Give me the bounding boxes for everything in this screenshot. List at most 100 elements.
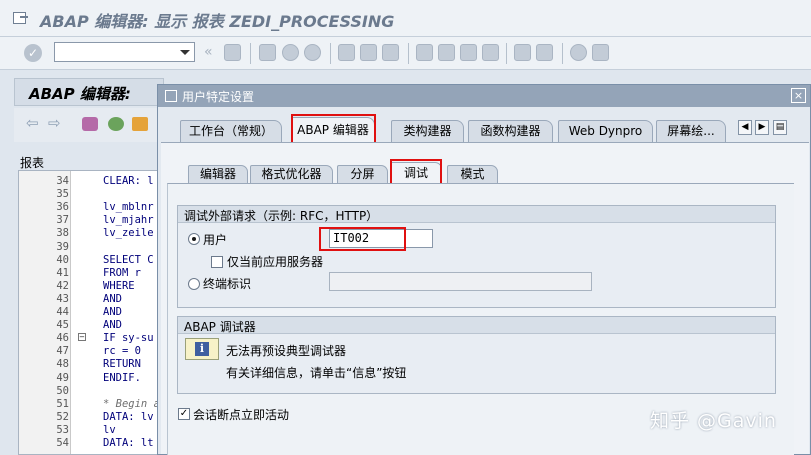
cancel-icon[interactable] [304, 44, 321, 61]
line-number: 53 [56, 423, 69, 436]
dialog-title-bar: 用户特定设置 × [158, 85, 810, 107]
line-number: 49 [56, 371, 69, 384]
tab-list-icon[interactable]: ▤ [773, 120, 787, 135]
line-number: 34 [56, 175, 69, 187]
close-icon[interactable]: × [791, 88, 806, 103]
line-number: 36 [56, 201, 69, 214]
user-radio[interactable] [188, 233, 200, 245]
toolbar-separator [506, 43, 507, 64]
prev-page-icon[interactable] [438, 44, 455, 61]
create-session-icon[interactable] [514, 44, 531, 61]
code-line[interactable]: 49 ENDIF. [19, 371, 167, 385]
tab-class-builder[interactable]: 类构建器 [391, 120, 464, 142]
info-icon: i [195, 342, 209, 356]
code-line[interactable]: 35 [19, 188, 167, 201]
terminal-radio[interactable] [188, 278, 200, 290]
save-icon[interactable] [224, 44, 241, 61]
code-line[interactable]: 48 RETURN [19, 358, 167, 371]
command-dropdown-icon[interactable] [180, 50, 190, 55]
toolbar-separator [408, 43, 409, 64]
group-header: 调试外部请求（示例: RFC，HTTP） [178, 206, 775, 223]
code-line[interactable]: 47 rc = 0 [19, 345, 167, 358]
line-number: 43 [56, 292, 69, 305]
forward-arrow-icon[interactable]: ⇨ [48, 114, 64, 132]
find-next-icon[interactable] [382, 44, 399, 61]
code-line[interactable]: 40 SELECT C [19, 254, 167, 267]
line-number: 52 [56, 410, 69, 423]
debugger-info-line1: 无法再预设典型调试器 [226, 344, 347, 358]
tab-screen-painter[interactable]: 屏幕绘... [656, 120, 726, 142]
back-icon[interactable] [259, 44, 276, 61]
help-icon[interactable] [570, 44, 587, 61]
display-change-icon[interactable] [132, 117, 148, 131]
tab-scroll-right-icon[interactable]: ▶ [755, 120, 769, 135]
session-breakpoint-label: 会话断点立即活动 [193, 408, 290, 422]
tab-web-dynpro[interactable]: Web Dynpro [558, 120, 653, 142]
shortcut-icon[interactable] [536, 44, 553, 61]
code-line[interactable]: 38 lv_zeile [19, 227, 167, 240]
highlight-user-input [319, 227, 406, 251]
current-server-checkbox[interactable] [211, 256, 223, 268]
line-number: 37 [56, 214, 69, 227]
back-arrow-icon[interactable]: ⇦ [26, 114, 42, 132]
code-line[interactable]: 36 lv_mblnr [19, 201, 167, 214]
subtab-pretty-printer[interactable]: 格式优化器 [250, 165, 333, 184]
code-line[interactable]: 53 lv [19, 423, 167, 437]
code-line[interactable]: 43 AND [19, 292, 167, 306]
code-line[interactable]: 34 CLEAR: l [19, 175, 167, 188]
find-icon[interactable] [360, 44, 377, 61]
command-field[interactable] [54, 42, 195, 62]
code-editor[interactable]: 34 CLEAR: l 35 36 lv_mblnr 37 lv_mjahr 38 lv_zei… [18, 170, 168, 455]
tab-function-builder[interactable]: 函数构建器 [468, 120, 553, 142]
code-text: rc = 0 [103, 345, 141, 358]
editor-header: ABAP 编辑器: [14, 78, 164, 106]
print-icon[interactable] [338, 44, 355, 61]
user-radio-label: 用户 [203, 233, 228, 247]
code-text: lv_zeile [103, 227, 154, 240]
code-line[interactable]: 41 FROM r [19, 266, 167, 280]
code-text: AND [103, 292, 122, 305]
line-number: 42 [56, 279, 69, 292]
code-line[interactable]: 51 * Begin ad [19, 398, 167, 411]
code-line[interactable]: 44 AND [19, 306, 167, 319]
line-number: 50 [56, 384, 69, 397]
enter-icon[interactable]: ✓ [24, 44, 42, 62]
other-object-icon[interactable] [82, 117, 98, 131]
code-line[interactable]: 50 [19, 384, 167, 398]
code-line[interactable]: 54 DATA: lt [19, 437, 167, 450]
subtab-split-screen[interactable]: 分屏 [337, 165, 388, 184]
external-debugging-group: 调试外部请求（示例: RFC，HTTP） 用户 IT002 仅当前应用服务器 终… [177, 205, 776, 308]
last-page-icon[interactable] [482, 44, 499, 61]
activate-icon[interactable] [108, 117, 124, 131]
editor-toolbar: ⇦ ⇨ [14, 108, 164, 142]
code-text: IF sy-su [103, 332, 154, 345]
next-page-icon[interactable] [460, 44, 477, 61]
code-line[interactable]: 42 WHERE [19, 279, 167, 293]
tab-workbench-general[interactable]: 工作台（常规） [180, 120, 282, 142]
toolbar-collapse-icon[interactable]: « [204, 44, 213, 60]
session-breakpoint-checkbox[interactable]: ✓ [178, 408, 190, 420]
code-text: WHERE [103, 279, 135, 292]
code-line[interactable]: 46 IF sy-su [19, 332, 167, 345]
code-line[interactable]: 45 AND [19, 319, 167, 332]
subtab-editor[interactable]: 编辑器 [188, 165, 248, 184]
fold-collapse-icon[interactable]: − [78, 333, 86, 341]
dialog-title: 用户特定设置 [182, 90, 255, 104]
line-number: 44 [56, 306, 69, 318]
first-page-icon[interactable] [416, 44, 433, 61]
customize-layout-icon[interactable] [592, 44, 609, 61]
code-text: AND [103, 306, 122, 318]
line-number: 46 [56, 332, 69, 345]
info-button[interactable]: i [185, 338, 219, 360]
subtab-pattern[interactable]: 模式 [447, 165, 498, 184]
code-line[interactable]: 52 DATA: lv [19, 410, 167, 424]
code-text: FROM r [103, 266, 141, 279]
line-number: 39 [56, 240, 69, 253]
code-line[interactable]: 39 [19, 240, 167, 254]
tab-scroll-left-icon[interactable]: ◀ [738, 120, 752, 135]
group-title: ABAP 调试器 [184, 320, 256, 334]
terminal-input[interactable] [329, 272, 592, 291]
standard-toolbar: ✓ « [0, 37, 811, 70]
code-line[interactable]: 37 lv_mjahr [19, 214, 167, 227]
exit-icon[interactable] [282, 44, 299, 61]
